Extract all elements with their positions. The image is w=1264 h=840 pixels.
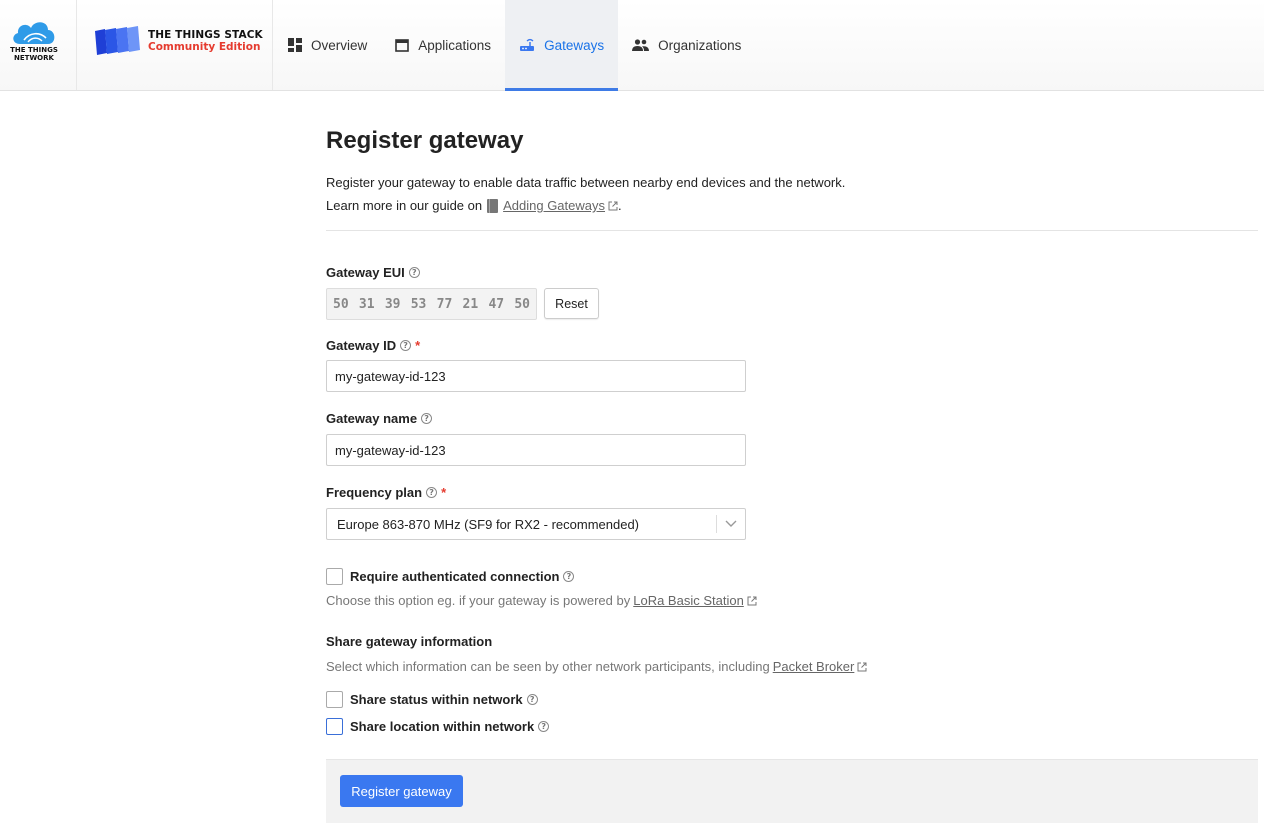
gateway-eui-label-text: Gateway EUI <box>326 265 405 280</box>
book-icon <box>487 198 499 213</box>
external-link-icon <box>747 596 757 605</box>
require-auth-row: Require authenticated connection ? <box>326 568 575 585</box>
share-section-title: Share gateway information <box>326 634 493 649</box>
gateway-eui-field: 50 31 39 53 77 21 47 50 <box>326 288 537 320</box>
nav-overview[interactable]: Overview <box>274 0 381 90</box>
nav-organizations[interactable]: Organizations <box>618 0 755 90</box>
packet-broker-link[interactable]: Packet Broker <box>773 659 855 674</box>
dashboard-icon <box>288 38 302 52</box>
eui-byte: 53 <box>410 296 427 312</box>
nav-organizations-label: Organizations <box>658 37 742 53</box>
eui-byte: 50 <box>333 296 349 312</box>
lora-basic-station-link[interactable]: LoRa Basic Station <box>633 593 744 608</box>
require-auth-hint-text: Choose this option eg. if your gateway i… <box>326 593 631 608</box>
guide-line: Learn more in our guide on Adding Gatewa… <box>326 198 622 213</box>
frequency-plan-select[interactable]: Europe 863-870 MHz (SF9 for RX2 - recomm… <box>326 508 746 540</box>
nav-overview-label: Overview <box>311 37 368 53</box>
ttn-wordmark-line1: THE THINGS <box>10 46 58 54</box>
window-icon <box>395 38 410 52</box>
help-icon[interactable]: ? <box>563 571 575 582</box>
require-auth-checkbox[interactable] <box>326 568 343 585</box>
guide-suffix: . <box>618 198 622 213</box>
gateway-name-label: Gateway name ? <box>326 411 433 426</box>
form-submit-bar: Register gateway <box>326 759 1258 823</box>
adding-gateways-link[interactable]: Adding Gateways <box>503 198 605 213</box>
share-status-row: Share status within network ? <box>326 691 538 708</box>
nav-applications-label: Applications <box>418 37 492 53</box>
page-title: Register gateway <box>326 127 524 154</box>
required-mark: * <box>415 338 421 353</box>
top-header: THE THINGS NETWORK THE THINGS STACK Comm… <box>0 0 1264 91</box>
ttn-wordmark-line2: NETWORK <box>14 54 54 62</box>
external-link-icon <box>857 662 867 671</box>
tts-logo[interactable]: THE THINGS STACK Community Edition <box>77 0 273 90</box>
frequency-plan-label: Frequency plan ? * <box>326 485 446 500</box>
frequency-plan-value: Europe 863-870 MHz (SF9 for RX2 - recomm… <box>337 516 640 532</box>
tts-title: THE THINGS STACK <box>148 29 263 41</box>
require-auth-hint: Choose this option eg. if your gateway i… <box>326 593 757 608</box>
help-icon[interactable]: ? <box>538 721 550 732</box>
tts-edition: Community Edition <box>148 41 261 53</box>
nav-applications[interactable]: Applications <box>381 0 505 90</box>
ttn-logo[interactable]: THE THINGS NETWORK <box>0 0 77 90</box>
gateway-id-label-text: Gateway ID <box>326 338 397 353</box>
eui-byte: 50 <box>514 296 530 312</box>
eui-byte: 21 <box>462 296 479 312</box>
cloud-icon <box>13 22 55 44</box>
guide-prefix: Learn more in our guide on <box>326 198 483 213</box>
page-description: Register your gateway to enable data tra… <box>326 175 846 190</box>
gateway-name-input[interactable]: my-gateway-id-123 <box>326 434 746 466</box>
nav-gateways-label: Gateways <box>544 37 605 53</box>
divider <box>326 230 1258 231</box>
share-status-label[interactable]: Share status within network <box>350 692 523 707</box>
eui-byte: 77 <box>436 296 453 312</box>
people-icon <box>632 39 650 51</box>
nav-gateways[interactable]: Gateways <box>505 0 619 91</box>
gateway-name-label-text: Gateway name <box>326 411 418 426</box>
share-location-checkbox[interactable] <box>326 718 343 735</box>
ttn-wordmark: THE THINGS NETWORK <box>8 46 60 62</box>
chevron-down-icon[interactable] <box>717 520 745 528</box>
gateway-id-input[interactable]: my-gateway-id-123 <box>326 360 746 392</box>
share-location-label[interactable]: Share location within network <box>350 719 534 734</box>
register-gateway-button[interactable]: Register gateway <box>340 775 463 807</box>
gateway-id-label: Gateway ID ? * <box>326 338 420 353</box>
share-hint: Select which information can be seen by … <box>326 659 867 674</box>
eui-byte: 39 <box>384 296 401 312</box>
require-auth-label[interactable]: Require authenticated connection <box>350 569 559 584</box>
required-mark: * <box>441 485 447 500</box>
external-link-icon <box>608 201 618 210</box>
frequency-plan-label-text: Frequency plan <box>326 485 423 500</box>
eui-byte: 31 <box>358 296 375 312</box>
help-icon[interactable]: ? <box>526 694 538 705</box>
stack-cards-icon <box>95 26 140 55</box>
eui-byte: 47 <box>488 296 505 312</box>
gateway-eui-label: Gateway EUI ? <box>326 265 420 280</box>
help-icon[interactable]: ? <box>408 267 420 278</box>
share-location-row: Share location within network ? <box>326 718 550 735</box>
router-icon <box>520 38 535 51</box>
share-hint-text: Select which information can be seen by … <box>326 659 770 674</box>
help-icon[interactable]: ? <box>400 340 412 351</box>
share-status-checkbox[interactable] <box>326 691 343 708</box>
main-nav: Overview Applications Gateways Organizat… <box>274 0 755 91</box>
help-icon[interactable]: ? <box>421 413 433 424</box>
help-icon[interactable]: ? <box>426 487 438 498</box>
reset-eui-button[interactable]: Reset <box>544 288 599 319</box>
